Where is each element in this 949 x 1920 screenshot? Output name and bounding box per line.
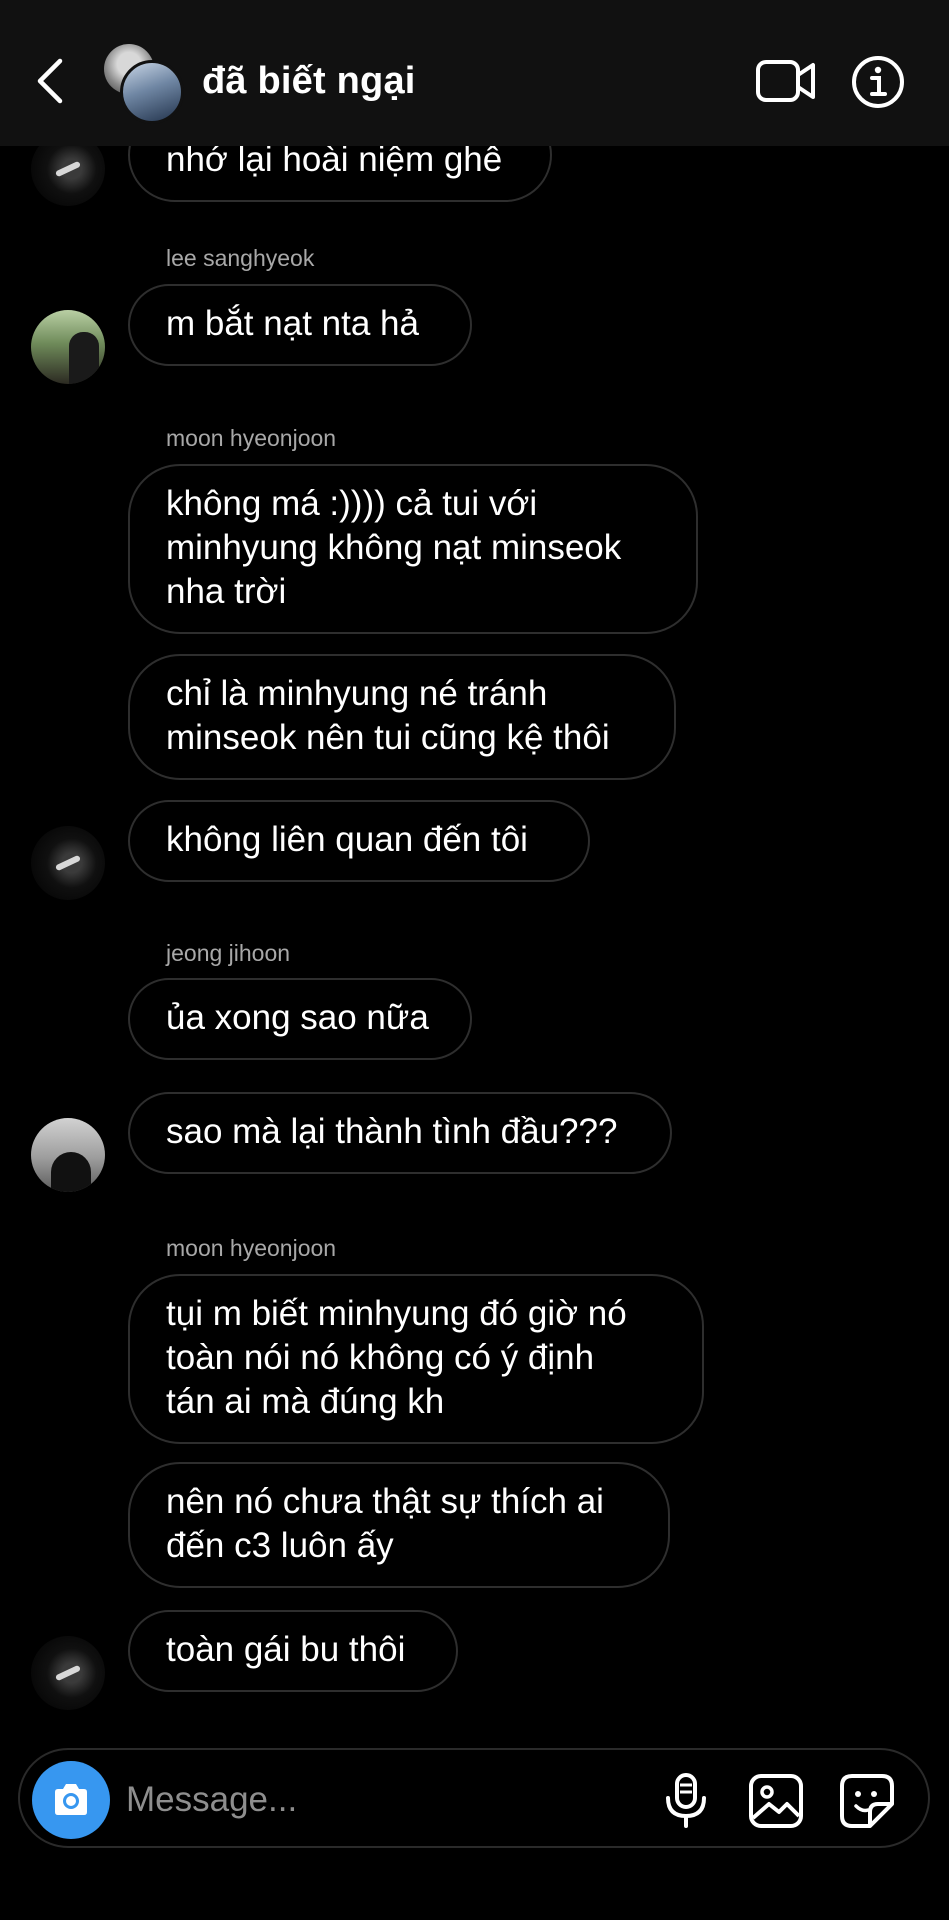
sender-name: jeong jihoon <box>166 940 291 966</box>
message-bubble[interactable]: nên nó chưa thật sự thích ai đến c3 luôn… <box>128 1462 670 1588</box>
avatar[interactable] <box>31 826 105 900</box>
back-button[interactable] <box>30 55 70 107</box>
sticker-button[interactable] <box>838 1772 896 1830</box>
info-icon <box>852 56 904 108</box>
info-button[interactable] <box>850 54 906 110</box>
microphone-icon <box>666 1773 706 1828</box>
photo-gallery-icon <box>749 1774 803 1828</box>
avatar[interactable] <box>31 1118 105 1192</box>
avatar[interactable] <box>31 1636 105 1710</box>
message-bubble[interactable]: tụi m biết minhyung đó giờ nó toàn nói n… <box>128 1274 704 1444</box>
sticker-icon <box>840 1774 894 1828</box>
sender-name: moon hyeonjoon <box>166 425 337 451</box>
voice-message-button[interactable] <box>660 1772 712 1830</box>
message-bubble[interactable]: ủa xong sao nữa <box>128 978 472 1060</box>
message-bubble[interactable]: không liên quan đến tôi <box>128 800 590 882</box>
sender-name: moon hyeonjoon <box>166 1235 337 1261</box>
message-thread[interactable]: nhớ lại hoài niệm ghê lee sanghyeok m bắ… <box>0 0 949 1730</box>
group-avatar-photo-2 <box>120 60 184 124</box>
video-call-button[interactable] <box>755 56 817 106</box>
message-bubble[interactable]: sao mà lại thành tình đầu??? <box>128 1092 672 1174</box>
message-bubble[interactable]: toàn gái bu thôi <box>128 1610 458 1692</box>
message-bubble[interactable]: không má :)))) cả tui với minhyung không… <box>128 464 698 634</box>
chevron-left-icon <box>37 58 63 104</box>
message-input[interactable] <box>124 1772 558 1828</box>
group-avatar[interactable] <box>104 44 184 124</box>
sender-name: lee sanghyeok <box>166 245 315 271</box>
photo-gallery-button[interactable] <box>747 1772 805 1830</box>
camera-icon <box>55 1784 87 1815</box>
message-bubble[interactable]: chỉ là minhyung né tránh minseok nên tui… <box>128 654 676 780</box>
video-camera-icon <box>756 60 815 102</box>
chat-header: đã biết ngại <box>0 0 949 146</box>
message-bubble[interactable]: m bắt nạt nta hả <box>128 284 472 366</box>
avatar[interactable] <box>31 310 105 384</box>
message-composer <box>18 1748 930 1848</box>
camera-button[interactable] <box>32 1761 110 1839</box>
chat-title[interactable]: đã biết ngại <box>202 58 416 104</box>
